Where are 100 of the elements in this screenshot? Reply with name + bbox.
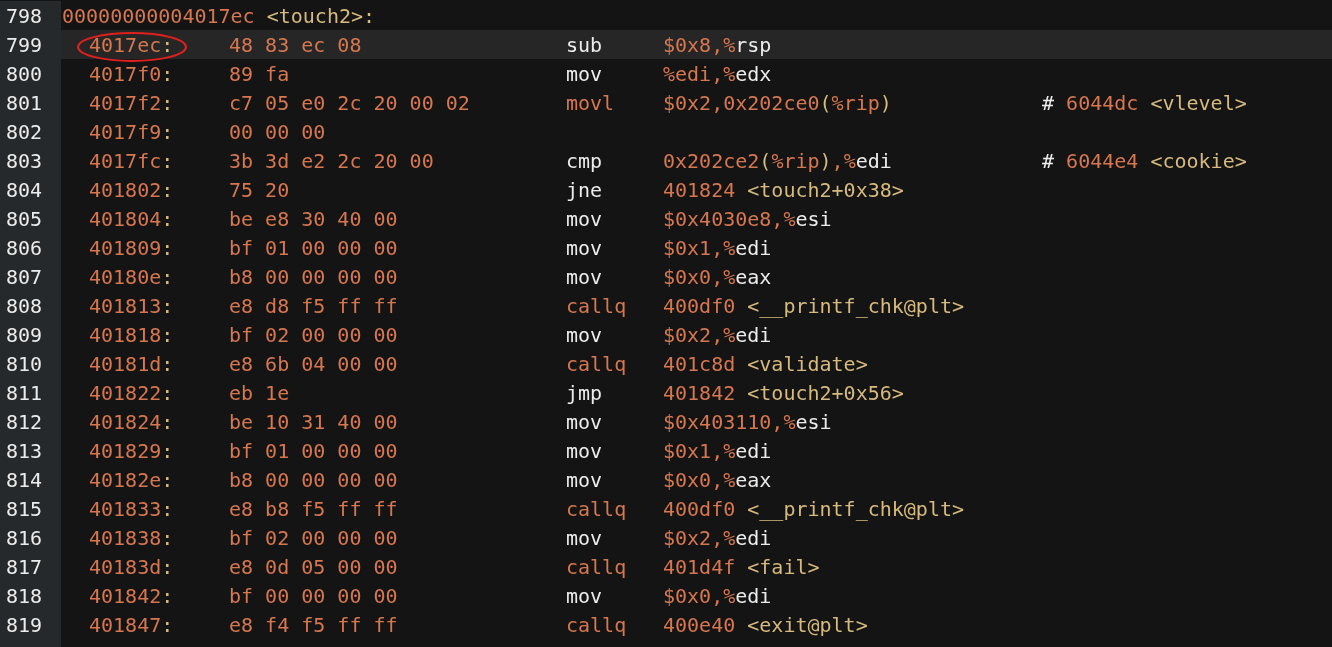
mnemonic: cmp [566, 148, 603, 173]
mnemonic: callq [566, 351, 627, 376]
machine-bytes: eb 1e [229, 380, 290, 405]
machine-bytes: e8 f4 f5 ff ff [229, 612, 398, 637]
line-number: 806 [6, 237, 43, 258]
line-number: 814 [6, 469, 43, 490]
machine-bytes: c7 05 e0 2c 20 00 02 [229, 90, 470, 115]
machine-bytes: 3b 3d e2 2c 20 00 [229, 148, 434, 173]
machine-bytes: be 10 31 40 00 [229, 409, 398, 434]
instruction-address: 401818: [89, 324, 174, 345]
operands: 401824 <touch2+0x38> [663, 177, 904, 202]
mnemonic: callq [566, 554, 627, 579]
machine-bytes: 75 20 [229, 177, 290, 202]
mnemonic: mov [566, 322, 603, 347]
machine-bytes: 00 00 00 [229, 119, 326, 144]
operands: $0x0,%eax [663, 467, 772, 492]
operands: $0x2,%edi [663, 322, 772, 347]
instruction-address: 4017ec: [89, 34, 174, 55]
mnemonic: callq [566, 496, 627, 521]
machine-bytes: bf 01 00 00 00 [229, 235, 398, 260]
mnemonic: movl [566, 90, 615, 115]
machine-bytes: be e8 30 40 00 [229, 206, 398, 231]
line-number: 798 [6, 5, 43, 26]
line-number: 819 [6, 614, 43, 635]
line-number: 811 [6, 382, 43, 403]
machine-bytes: bf 01 00 00 00 [229, 438, 398, 463]
line-number: 813 [6, 440, 43, 461]
instruction-address: 40182e: [89, 469, 174, 490]
machine-bytes: 89 fa [229, 61, 290, 86]
operands: 400df0 <__printf_chk@plt> [663, 496, 965, 521]
instruction-address: 40180e: [89, 266, 174, 287]
instruction-address: 4017f2: [89, 92, 174, 113]
mnemonic: jne [566, 177, 603, 202]
mnemonic: jmp [566, 380, 603, 405]
line-number: 810 [6, 353, 43, 374]
line-number: 808 [6, 295, 43, 316]
machine-bytes: bf 02 00 00 00 [229, 322, 398, 347]
operands: $0x4030e8,%esi [663, 206, 832, 231]
machine-bytes: bf 00 00 00 00 [229, 583, 398, 608]
mnemonic: callq [566, 293, 627, 318]
instruction-address: 4017fc: [89, 150, 174, 171]
line-number: 801 [6, 92, 43, 113]
instruction-address: 401829: [89, 440, 174, 461]
machine-bytes: e8 b8 f5 ff ff [229, 496, 398, 521]
line-number: 818 [6, 585, 43, 606]
operands: $0x2,0x202ce0(%rip) [663, 90, 892, 115]
operands: %edi,%edx [663, 61, 772, 86]
line-number: 817 [6, 556, 43, 577]
mnemonic: mov [566, 525, 603, 550]
operands: $0x8,%rsp [663, 32, 772, 57]
machine-bytes: bf 02 00 00 00 [229, 525, 398, 550]
mnemonic: mov [566, 467, 603, 492]
machine-bytes: b8 00 00 00 00 [229, 264, 398, 289]
function-label: 00000000004017ec <touch2>: [62, 5, 376, 26]
instruction-address: 401809: [89, 237, 174, 258]
operands: 401d4f <fail> [663, 554, 820, 579]
instruction-address: 401804: [89, 208, 174, 229]
line-number: 812 [6, 411, 43, 432]
mnemonic: mov [566, 235, 603, 260]
operands: $0x2,%edi [663, 525, 772, 550]
mnemonic: mov [566, 206, 603, 231]
line-number: 799 [6, 34, 43, 55]
machine-bytes: 48 83 ec 08 [229, 32, 362, 57]
mnemonic: mov [566, 438, 603, 463]
operands: 401c8d <validate> [663, 351, 868, 376]
line-number: 804 [6, 179, 43, 200]
line-number: 802 [6, 121, 43, 142]
instruction-address: 401842: [89, 585, 174, 606]
operands: 400df0 <__printf_chk@plt> [663, 293, 965, 318]
line-number: 809 [6, 324, 43, 345]
operands: $0x0,%eax [663, 264, 772, 289]
instruction-address: 4017f9: [89, 121, 174, 142]
mnemonic: mov [566, 61, 603, 86]
operands: $0x0,%edi [663, 583, 772, 608]
line-number: 815 [6, 498, 43, 519]
operands: 0x202ce2(%rip),%edi [663, 148, 892, 173]
operands: 401842 <touch2+0x56> [663, 380, 904, 405]
operands: $0x403110,%esi [663, 409, 832, 434]
instruction-address: 401822: [89, 382, 174, 403]
mnemonic: sub [566, 32, 603, 57]
instruction-address: 401838: [89, 527, 174, 548]
instruction-address: 401813: [89, 295, 174, 316]
comment: # 6044e4 <cookie> [1042, 148, 1247, 173]
line-number: 816 [6, 527, 43, 548]
machine-bytes: e8 d8 f5 ff ff [229, 293, 398, 318]
mnemonic: mov [566, 409, 603, 434]
mnemonic: mov [566, 264, 603, 289]
instruction-address: 401802: [89, 179, 174, 200]
instruction-address: 401833: [89, 498, 174, 519]
operands: $0x1,%edi [663, 438, 772, 463]
line-number: 800 [6, 63, 43, 84]
instruction-address: 4017f0: [89, 63, 174, 84]
machine-bytes: b8 00 00 00 00 [229, 467, 398, 492]
operands: 400e40 <exit@plt> [663, 612, 868, 637]
instruction-address: 40181d: [89, 353, 174, 374]
line-number: 807 [6, 266, 43, 287]
instruction-address: 401847: [89, 614, 174, 635]
machine-bytes: e8 6b 04 00 00 [229, 351, 398, 376]
mnemonic: mov [566, 583, 603, 608]
operands: $0x1,%edi [663, 235, 772, 260]
